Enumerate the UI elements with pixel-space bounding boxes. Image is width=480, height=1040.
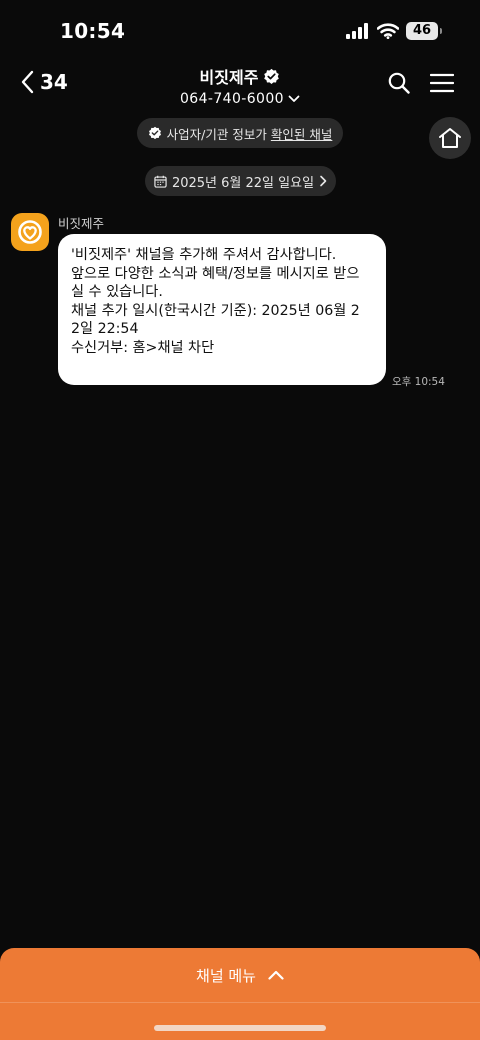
search-icon[interactable]	[388, 72, 410, 94]
verified-notice-link[interactable]: 확인된 채널	[271, 127, 332, 142]
date-label: 2025년 6월 22일 일요일	[171, 175, 315, 191]
chevron-up-icon	[268, 970, 284, 980]
message-line: 2일 22:54	[71, 321, 139, 337]
phone-number: 064-740-6000	[180, 91, 284, 107]
channel-menu-label: 채널 메뉴	[196, 966, 256, 985]
channel-menu-button[interactable]: 채널 메뉴	[0, 948, 480, 1002]
date-divider[interactable]: 2025년 6월 22일 일요일	[145, 166, 336, 196]
header-actions	[388, 72, 454, 94]
message-line: 채널 추가 일시(한국시간 기준): 2025년 06월 2	[71, 302, 360, 319]
status-time: 10:54	[60, 19, 126, 43]
home-icon	[439, 128, 461, 148]
menu-divider	[0, 1002, 480, 1003]
message-line: 수신거부: 홈>채널 차단	[71, 339, 215, 356]
sender-name: 비짓제주	[58, 216, 105, 231]
battery-level: 46	[412, 23, 432, 38]
chat-header: 34 비짓제주 064-740-6000	[0, 60, 480, 112]
message-line: 실 수 있습니다.	[71, 284, 163, 300]
message-timestamp: 오후 10:54	[392, 376, 445, 388]
verified-channel-notice[interactable]: 사업자/기관 정보가 확인된 채널	[137, 118, 343, 148]
verified-badge-icon	[264, 68, 280, 84]
channel-home-button[interactable]	[429, 117, 471, 159]
message-line: '비짓제주' 채널을 추가해 주셔서 감사합니다.	[71, 247, 337, 263]
message-bubble[interactable]: '비짓제주' 채널을 추가해 주셔서 감사합니다. 앞으로 다양한 소식과 혜택…	[58, 234, 386, 385]
status-bar: 10:54 46	[0, 0, 480, 64]
chevron-right-icon	[320, 175, 327, 187]
channel-title: 비짓제주	[200, 64, 281, 88]
battery-icon: 46	[406, 22, 442, 40]
verified-check-icon	[148, 126, 161, 140]
avatar[interactable]	[11, 213, 49, 251]
cellular-signal-icon	[346, 23, 368, 39]
message-line: 앞으로 다양한 소식과 혜택/정보를 메시지로 받으	[71, 265, 360, 282]
visitjeju-logo-icon	[18, 220, 42, 244]
chevron-down-icon	[288, 95, 300, 102]
hamburger-menu-icon[interactable]	[430, 73, 454, 93]
home-indicator[interactable]	[154, 1025, 326, 1031]
status-icons: 46	[346, 22, 442, 40]
wifi-icon	[377, 23, 399, 39]
calendar-icon	[154, 175, 167, 188]
verified-notice-prefix: 사업자/기관 정보가	[166, 126, 271, 142]
channel-name: 비짓제주	[199, 68, 259, 87]
verified-notice-text: 사업자/기관 정보가 확인된 채널	[167, 124, 333, 143]
